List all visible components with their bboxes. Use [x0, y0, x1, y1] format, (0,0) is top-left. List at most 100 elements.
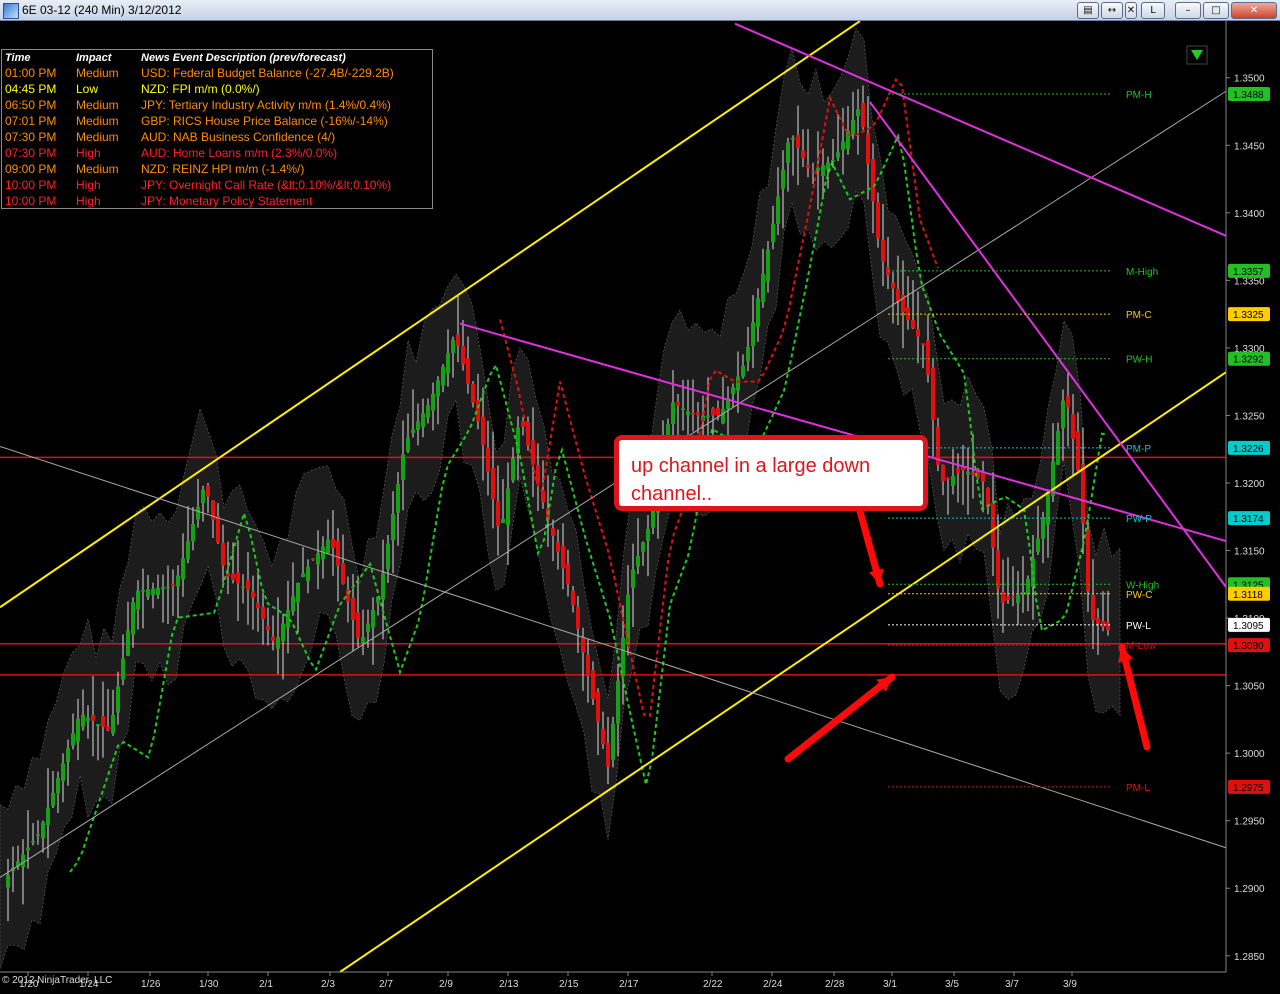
level-label-m-low: M-Low: [1126, 641, 1157, 652]
candle-body: [361, 636, 365, 644]
news-time-3: 06:50 PM: [5, 98, 57, 112]
candle-body: [861, 102, 865, 128]
level-label-pw-c: PW-C: [1126, 590, 1152, 601]
candle-body: [1091, 594, 1095, 621]
candle-body: [151, 588, 155, 596]
news-impact-3: Medium: [76, 98, 119, 112]
candle-body: [216, 516, 220, 543]
link-button[interactable]: ↔: [1101, 2, 1123, 19]
candle-body: [481, 416, 485, 446]
candle-body: [336, 540, 340, 566]
close-small-button[interactable]: ✕: [1125, 2, 1137, 19]
candle-body: [471, 383, 475, 403]
news-time-9: 10:00 PM: [5, 194, 57, 208]
candle-body: [876, 202, 880, 239]
candle-body: [186, 541, 190, 559]
candle-body: [706, 415, 710, 417]
time-tick-label: 2/17: [619, 979, 639, 990]
news-impact-7: Medium: [76, 162, 119, 176]
candle-body: [591, 670, 595, 700]
candle-body: [1006, 596, 1010, 601]
level-label-pm-l: PM-L: [1126, 783, 1150, 794]
candle-body: [411, 429, 415, 433]
maximize-button[interactable]: □: [1203, 2, 1229, 19]
candle-body: [416, 421, 420, 430]
candle-body: [386, 543, 390, 570]
candle-body: [801, 150, 805, 159]
candle-body: [276, 636, 280, 649]
candle-body: [181, 558, 185, 580]
time-tick-label: 2/13: [499, 979, 519, 990]
news-events-panel: Time Impact News Event Description (prev…: [1, 49, 433, 209]
candle-body: [841, 141, 845, 151]
candle-body: [21, 854, 25, 868]
candle-body: [856, 109, 860, 117]
candle-body: [451, 339, 455, 354]
time-tick-label: 2/24: [763, 979, 783, 990]
candle-body: [881, 239, 885, 262]
price-chart[interactable]: PM-H M-High PM-C PW-H PM-P PW-P W-High PW-C PW-L…: [0, 21, 1280, 994]
chart-menu-button[interactable]: ▤: [1077, 2, 1099, 19]
time-tick-label: 3/9: [1063, 979, 1077, 990]
candle-body: [866, 133, 870, 165]
candle-body: [1071, 413, 1075, 439]
news-desc-1: USD: Federal Budget Balance (-27.4B/-229…: [141, 66, 394, 80]
candle-body: [846, 130, 850, 150]
candle-body: [116, 686, 120, 713]
candle-body: [306, 566, 310, 582]
news-header-time: Time: [5, 52, 31, 64]
candle-body: [166, 586, 170, 589]
price-tag-label: 1.3488: [1233, 90, 1264, 101]
instrument-link-button[interactable]: L: [1141, 2, 1165, 19]
candle-body: [251, 591, 255, 598]
candle-body: [721, 408, 725, 424]
level-label-pw-l: PW-L: [1126, 621, 1151, 632]
candle-body: [971, 472, 975, 475]
candle-body: [1106, 622, 1110, 631]
candle-body: [446, 353, 450, 374]
time-tick-label: 2/7: [379, 979, 393, 990]
candle-body: [1081, 464, 1085, 524]
news-desc-9: JPY: Monetary Policy Statement: [141, 194, 313, 208]
candle-body: [281, 623, 285, 642]
candle-body: [236, 572, 240, 584]
candle-body: [671, 402, 675, 424]
time-tick-label: 2/3: [321, 979, 335, 990]
price-tag-label: 1.3357: [1233, 267, 1264, 278]
level-label-pw-p: PW-P: [1126, 514, 1152, 525]
candle-body: [1026, 578, 1030, 595]
candle-body: [571, 590, 575, 606]
candle-body: [421, 413, 425, 428]
candle-body: [491, 468, 495, 500]
candle-body: [1076, 431, 1080, 471]
candle-body: [931, 367, 935, 420]
candle-body: [631, 569, 635, 588]
candle-body: [206, 485, 210, 497]
candle-body: [66, 748, 70, 763]
time-tick-label: 3/5: [945, 979, 959, 990]
news-impact-4: Medium: [76, 114, 119, 128]
candle-body: [956, 468, 960, 474]
candle-body: [431, 393, 435, 411]
candle-body: [811, 170, 815, 173]
candle-body: [96, 723, 100, 727]
candle-body: [921, 343, 925, 345]
candle-body: [46, 807, 50, 826]
candle-body: [341, 563, 345, 584]
candle-body: [731, 387, 735, 395]
candle-body: [191, 524, 195, 542]
time-tick-label: 1/30: [199, 979, 219, 990]
candle-body: [31, 840, 35, 843]
time-tick-label: 2/28: [825, 979, 845, 990]
candle-body: [246, 579, 250, 590]
candle-body: [681, 408, 685, 410]
minimize-button[interactable]: –: [1175, 2, 1201, 19]
candle-body: [966, 471, 970, 475]
candle-body: [196, 506, 200, 520]
candle-body: [696, 412, 700, 416]
news-desc-2: NZD: FPI m/m (0.0%/): [141, 82, 260, 96]
candle-body: [136, 590, 140, 610]
close-button[interactable]: ✕: [1231, 2, 1277, 19]
candle-body: [806, 164, 810, 169]
candle-body: [746, 346, 750, 362]
